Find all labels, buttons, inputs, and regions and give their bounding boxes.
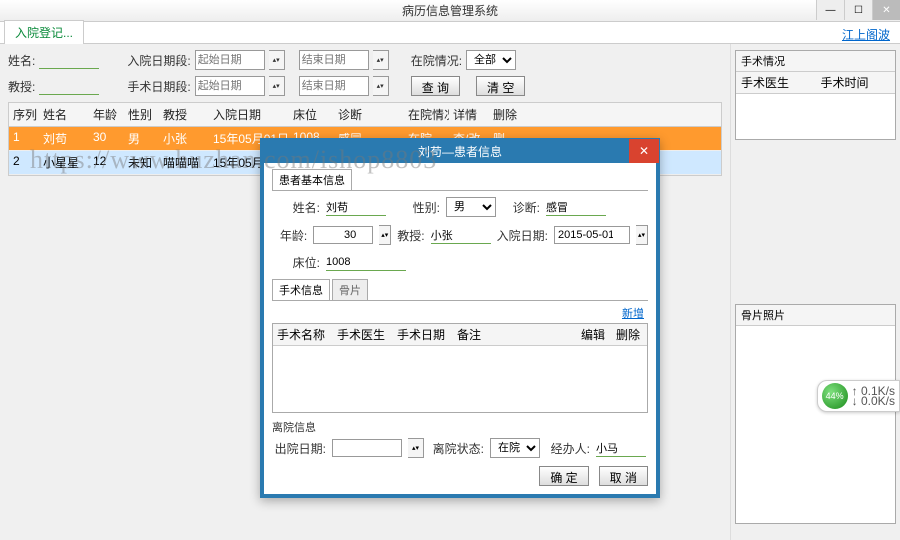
- ok-button[interactable]: 确 定: [539, 466, 588, 486]
- filter-admit-end[interactable]: [299, 50, 369, 70]
- filter-admit-range-label: 入院日期段:: [127, 52, 190, 69]
- spin-icon[interactable]: ▴▾: [269, 50, 285, 70]
- network-percent-icon: 44%: [822, 383, 848, 409]
- surgery-table: 手术名称 手术医生 手术日期 备注 编辑 删除: [272, 323, 648, 413]
- age-field[interactable]: [313, 226, 373, 244]
- right-sidebar: 手术情况 手术医生手术时间 骨片照片: [730, 44, 900, 540]
- discharge-section-label: 离院信息: [272, 419, 648, 435]
- maximize-button[interactable]: ☐: [844, 0, 872, 20]
- filter-name-input[interactable]: [39, 51, 99, 69]
- query-button[interactable]: 查 询: [411, 76, 460, 96]
- add-surgery-link[interactable]: 新增: [272, 303, 648, 323]
- window-buttons: — ☐ ✕: [816, 0, 900, 20]
- document-tabs: 入院登记... 江上阁波: [0, 22, 900, 44]
- subtab-bone[interactable]: 骨片: [332, 279, 368, 300]
- tab-admission[interactable]: 入院登记...: [4, 20, 84, 44]
- dialog-tab-basic[interactable]: 患者基本信息: [272, 169, 352, 190]
- patient-dialog: 刘苟—患者信息 ✕ 患者基本信息 姓名: 性别:男 诊断: 年龄:▴▾ 教授: …: [260, 138, 660, 498]
- discharge-status-select[interactable]: 在院: [490, 438, 540, 458]
- surgery-panel: 手术情况 手术医生手术时间: [735, 50, 896, 140]
- subtab-surgery[interactable]: 手术信息: [272, 279, 330, 300]
- filter-status-label: 在院情况:: [411, 52, 462, 69]
- cancel-button[interactable]: 取 消: [599, 466, 648, 486]
- sex-select[interactable]: 男: [446, 197, 496, 217]
- attend-field[interactable]: [431, 226, 491, 244]
- minimize-button[interactable]: —: [816, 0, 844, 20]
- clear-button[interactable]: 清 空: [476, 76, 525, 96]
- spin-icon[interactable]: ▴▾: [373, 50, 389, 70]
- filter-attend-label: 教授:: [8, 78, 35, 95]
- spin-icon[interactable]: ▴▾: [269, 76, 285, 96]
- panel-title: 骨片照片: [736, 305, 895, 326]
- filter-surg-range-label: 手术日期段:: [127, 78, 190, 95]
- dialog-title: 刘苟—患者信息: [418, 143, 502, 160]
- admit-date-field[interactable]: [554, 226, 630, 244]
- spin-icon[interactable]: ▴▾: [379, 225, 391, 245]
- filter-admit-start[interactable]: [195, 50, 265, 70]
- network-widget[interactable]: 44% ↑ 0.1K/s ↓ 0.0K/s: [817, 380, 900, 412]
- dialog-titlebar[interactable]: 刘苟—患者信息 ✕: [261, 139, 659, 163]
- app-title: 病历信息管理系统: [402, 2, 498, 19]
- panel-title: 手术情况: [736, 51, 895, 72]
- spin-icon[interactable]: ▴▾: [373, 76, 389, 96]
- spin-icon[interactable]: ▴▾: [408, 438, 424, 458]
- dx-field[interactable]: [546, 198, 606, 216]
- discharge-date-field[interactable]: [332, 439, 402, 457]
- dialog-close-button[interactable]: ✕: [629, 139, 659, 163]
- window-close-button[interactable]: ✕: [872, 0, 900, 20]
- name-field[interactable]: [326, 198, 386, 216]
- filter-surg-end[interactable]: [299, 76, 369, 96]
- filter-attend-input[interactable]: [39, 77, 99, 95]
- filter-name-label: 姓名:: [8, 52, 35, 69]
- operator-field[interactable]: [596, 439, 646, 457]
- titlebar: 病历信息管理系统 — ☐ ✕: [0, 0, 900, 22]
- bed-field[interactable]: [326, 253, 406, 271]
- photo-panel: 骨片照片: [735, 304, 896, 524]
- spin-icon[interactable]: ▴▾: [636, 225, 648, 245]
- corner-link[interactable]: 江上阁波: [842, 26, 900, 43]
- filter-surg-start[interactable]: [195, 76, 265, 96]
- net-down: ↓ 0.0K/s: [852, 396, 895, 406]
- grid-header: 序列 姓名 年龄 性别 教授 入院日期 床位 诊断 在院情况 详情 删除: [9, 103, 721, 127]
- filter-status-select[interactable]: 全部: [466, 50, 516, 70]
